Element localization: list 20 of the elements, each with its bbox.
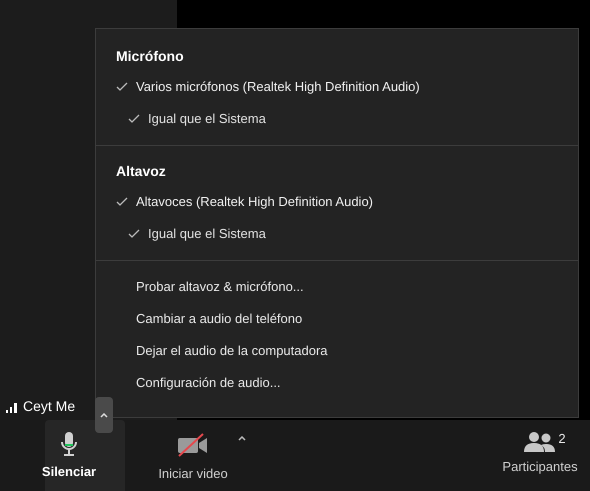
menu-item[interactable]: Altavoces (Realtek High Definition Audio) bbox=[96, 186, 578, 218]
signal-icon bbox=[6, 401, 19, 413]
menu-item[interactable]: Igual que el Sistema bbox=[96, 218, 578, 250]
section-header: Altavoz bbox=[115, 162, 167, 180]
microphone-icon bbox=[61, 432, 77, 456]
menu-item[interactable]: Configuración de audio... bbox=[96, 367, 578, 399]
audio-options-button[interactable] bbox=[95, 397, 113, 433]
menu-item[interactable]: Probar altavoz & micrófono... bbox=[96, 271, 578, 303]
menu-item[interactable]: Cambiar a audio del teléfono bbox=[96, 303, 578, 335]
participant-count: 2 bbox=[558, 432, 566, 445]
people-icon bbox=[524, 432, 556, 452]
caret-icon bbox=[238, 436, 246, 440]
participant-name: Ceyt Me bbox=[23, 399, 76, 413]
caret-icon bbox=[100, 412, 108, 418]
menu-item[interactable]: Dejar el audio de la computadora bbox=[96, 335, 578, 367]
menu-item[interactable]: Varios micrófonos (Realtek High Definition Audio) bbox=[96, 71, 578, 103]
menu-item[interactable]: Igual que el Sistema bbox=[96, 103, 578, 135]
section-header: Micrófono bbox=[115, 46, 185, 66]
video-button[interactable]: Iniciar video bbox=[148, 420, 238, 491]
participants-button[interactable]: 2 Participantes bbox=[495, 420, 585, 491]
